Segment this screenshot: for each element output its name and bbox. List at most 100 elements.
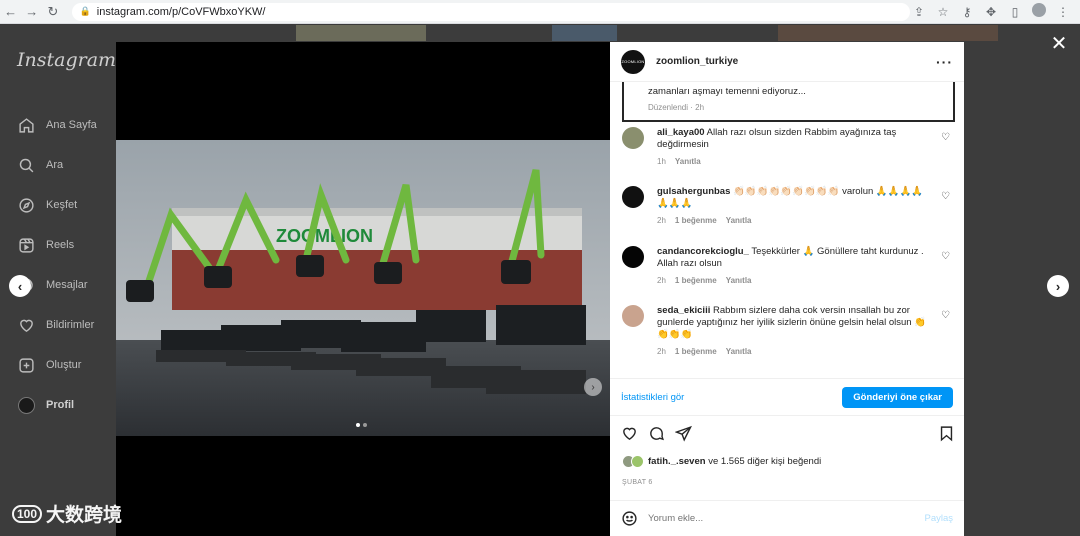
comment-avatar[interactable] <box>622 305 644 327</box>
watermark: 100 大数跨境 <box>12 500 122 527</box>
emoji-icon[interactable] <box>621 510 638 527</box>
comment-like-icon[interactable]: ♡ <box>941 251 950 262</box>
insights-row: İstatistikleri gör Gönderiyi öne çıkar <box>610 378 964 416</box>
comment-avatar[interactable] <box>622 246 644 268</box>
comment-time[interactable]: 2h <box>657 347 666 356</box>
sidebar-item-search[interactable]: Ara <box>17 145 97 185</box>
comment-avatar[interactable] <box>622 186 644 208</box>
sidebar-item-label: Keşfet <box>46 199 78 211</box>
comment-like-icon[interactable]: ♡ <box>941 310 950 321</box>
sidebar-item-reels[interactable]: Reels <box>17 225 97 265</box>
likes-count-text[interactable]: ve 1.565 diğer kişi beğendi <box>708 456 821 467</box>
post-date[interactable]: ŞUBAT 6 <box>622 479 653 486</box>
view-insights-link[interactable]: İstatistikleri gör <box>621 392 684 403</box>
heart-icon <box>17 316 35 334</box>
background-thumbnail <box>552 25 617 41</box>
caption-box: zamanları aşmayı temenni ediyoruz... Düz… <box>622 82 955 122</box>
liker-avatars <box>622 455 644 468</box>
reload-icon[interactable]: ↻ <box>42 1 63 23</box>
back-icon[interactable]: ← <box>0 1 21 23</box>
background-thumbnail <box>296 25 426 41</box>
sidebar-item-label: Ana Sayfa <box>46 119 97 131</box>
sidebar-item-home[interactable]: Ana Sayfa <box>17 105 97 145</box>
carousel-dot <box>363 423 367 427</box>
comment-reply-button[interactable]: Yanıtla <box>726 216 752 225</box>
sidebar-item-label: Bildirimler <box>46 319 95 331</box>
comment-time[interactable]: 2h <box>657 276 666 285</box>
likes-summary: fatih._.seven ve 1.565 diğer kişi beğend… <box>622 455 821 468</box>
background-thumbnail <box>778 25 998 41</box>
comment-likes[interactable]: 1 beğenme <box>675 216 717 225</box>
bookmark-star-icon[interactable]: ☆ <box>934 5 952 19</box>
post-header: ZOOMLION zoomlion_turkiye ··· <box>610 42 964 82</box>
comment-username[interactable]: seda_ekiciii <box>657 305 710 316</box>
extensions-icon[interactable]: ✥ <box>982 5 1000 19</box>
bookmark-icon[interactable] <box>938 425 955 447</box>
instagram-logo[interactable]: Instagram <box>17 49 116 71</box>
boost-post-button[interactable]: Gönderiyi öne çıkar <box>842 386 953 408</box>
post-comment-button[interactable]: Paylaş <box>924 513 953 524</box>
sidebar-item-label: Oluştur <box>46 359 82 371</box>
comment-reply-button[interactable]: Yanıtla <box>675 157 701 166</box>
carousel-indicator <box>356 423 367 427</box>
sidebar-item-explore[interactable]: Keşfet <box>17 185 97 225</box>
more-options-icon[interactable]: ··· <box>936 54 953 70</box>
address-bar[interactable]: 🔒 instagram.com/p/CoVFWbxoYKW/ <box>71 2 910 21</box>
comment-input[interactable] <box>648 513 898 524</box>
key-icon[interactable]: ⚷ <box>958 5 976 19</box>
like-heart-icon[interactable] <box>621 425 638 447</box>
search-icon <box>17 156 35 174</box>
liker-username[interactable]: fatih._.seven <box>648 456 706 467</box>
comment-time[interactable]: 1h <box>657 157 666 166</box>
post-photo[interactable]: ZOOMLION › <box>116 140 610 436</box>
plus-square-icon <box>17 356 35 374</box>
sidebar-item-label: Mesajlar <box>46 279 88 291</box>
media-next-icon[interactable]: › <box>584 378 602 396</box>
comment-likes[interactable]: 1 beğenme <box>675 276 717 285</box>
profile-avatar-icon[interactable] <box>1030 3 1048 20</box>
comment-item: gulsahergunbas 👏🏻👏🏻👏🏻👏🏻👏🏻👏🏻👏🏻👏🏻👏🏻 varolu… <box>622 186 954 225</box>
share-page-icon[interactable]: ⇪ <box>910 5 928 19</box>
comment-reply-button[interactable]: Yanıtla <box>726 347 752 356</box>
author-avatar[interactable]: ZOOMLION <box>621 49 645 74</box>
share-plane-icon[interactable] <box>674 425 692 447</box>
sidebar-item-notifications[interactable]: Bildirimler <box>17 305 97 345</box>
sidebar-item-profile[interactable]: Profil <box>17 385 97 425</box>
carousel-dot-active <box>356 423 360 427</box>
menu-icon[interactable]: ⋮ <box>1054 5 1072 19</box>
author-username[interactable]: zoomlion_turkiye <box>656 56 738 67</box>
comment-like-icon[interactable]: ♡ <box>941 191 950 202</box>
comment-time[interactable]: 2h <box>657 216 666 225</box>
previous-post-button[interactable]: ‹ <box>9 275 31 297</box>
profile-avatar <box>17 396 35 414</box>
comment-likes[interactable]: 1 beğenme <box>675 347 717 356</box>
comment-username[interactable]: candancorekcioglu_ <box>657 246 749 257</box>
side-panel-icon[interactable]: ▯ <box>1006 5 1024 19</box>
watermark-text: 大数跨境 <box>46 505 123 526</box>
lock-icon: 🔒 <box>79 6 91 16</box>
zoomlion-sign: ZOOMLION <box>276 226 373 246</box>
forward-icon[interactable]: → <box>21 1 42 23</box>
comment-username[interactable]: ali_kaya00 <box>657 127 705 138</box>
comment-avatar[interactable] <box>622 127 644 149</box>
comment-item: seda_ekiciii Rabbım sizlere daha cok ver… <box>622 305 954 356</box>
reels-icon <box>17 236 35 254</box>
next-post-button[interactable]: › <box>1047 275 1069 297</box>
sidebar-item-label: Profil <box>46 399 75 411</box>
home-icon <box>17 116 35 134</box>
comment-item: ali_kaya00 Allah razı olsun sizden Rabbi… <box>622 127 954 166</box>
sidebar: Ana Sayfa Ara Keşfet Reels Mesajlar Bild… <box>17 105 97 425</box>
comment-reply-button[interactable]: Yanıtla <box>726 276 752 285</box>
caption-text: zamanları aşmayı temenni ediyoruz... <box>648 86 806 97</box>
comment-like-icon[interactable]: ♡ <box>941 132 950 143</box>
add-comment-bar: Paylaş <box>610 500 964 536</box>
comment-bubble-icon[interactable] <box>648 425 665 447</box>
post-panel: ZOOMLION zoomlion_turkiye ··· zamanları … <box>610 42 964 536</box>
comment-username[interactable]: gulsahergunbas <box>657 186 730 197</box>
url-text: instagram.com/p/CoVFWbxoYKW/ <box>96 5 266 18</box>
post-media: ZOOMLION › <box>116 42 610 536</box>
sidebar-item-label: Ara <box>46 159 64 171</box>
close-icon[interactable]: ✕ <box>1049 34 1069 54</box>
liker-avatar <box>631 455 644 468</box>
sidebar-item-create[interactable]: Oluştur <box>17 345 97 385</box>
